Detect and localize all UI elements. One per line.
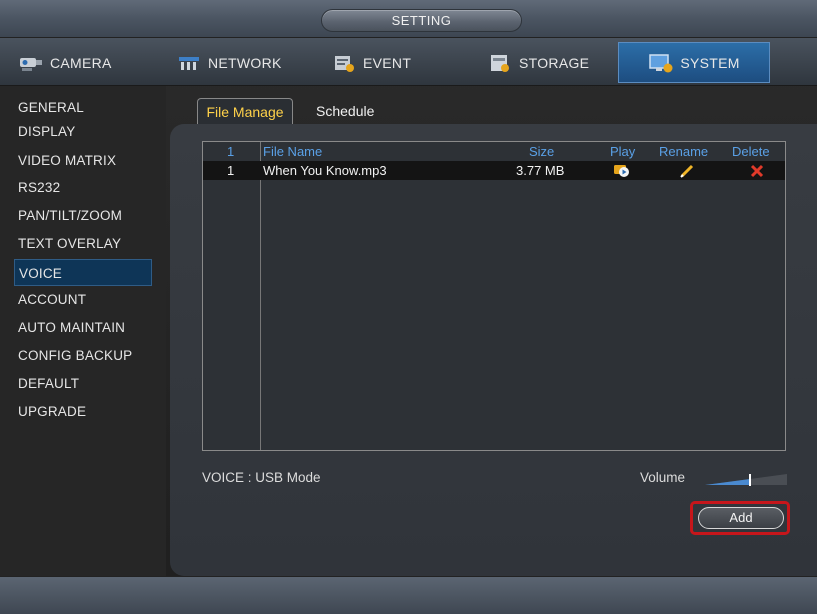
sidebar-item-default[interactable]: DEFAULT (14, 370, 152, 397)
play-icon[interactable] (613, 163, 631, 178)
header-file-name: File Name (263, 144, 323, 159)
tab-label: STORAGE (519, 54, 590, 71)
add-button[interactable]: Add (698, 507, 784, 529)
table-header: 1 File Name Size Play Rename Delete (203, 142, 785, 161)
camera-icon (20, 57, 42, 71)
sidebar-item-auto-maintain[interactable]: AUTO MAINTAIN (14, 314, 152, 341)
tab-label: EVENT (363, 54, 412, 71)
sidebar-item-config-backup[interactable]: CONFIG BACKUP (14, 342, 152, 369)
tab-system[interactable]: SYSTEM (618, 42, 770, 83)
subtab-file-manage[interactable]: File Manage (197, 98, 293, 124)
system-icon (649, 53, 673, 72)
sidebar-item-display[interactable]: DISPLAY (14, 118, 152, 145)
volume-label: Volume (640, 470, 686, 485)
tab-network[interactable]: NETWORK (176, 42, 282, 83)
sidebar-item-text-overlay[interactable]: TEXT OVERLAY (14, 230, 152, 257)
column-divider (260, 142, 261, 450)
tab-label: NETWORK (208, 54, 282, 71)
row-index: 1 (227, 163, 235, 178)
delete-icon[interactable] (750, 164, 764, 178)
sidebar-item-video-matrix[interactable]: VIDEO MATRIX (14, 147, 152, 174)
tab-event[interactable]: EVENT (331, 42, 411, 83)
sidebar: GENERAL DISPLAY VIDEO MATRIX RS232 PAN/T… (0, 86, 166, 576)
header-index: 1 (227, 144, 235, 159)
sidebar-item-rs232[interactable]: RS232 (14, 174, 152, 201)
tab-label: CAMERA (50, 54, 112, 71)
volume-slider[interactable] (705, 474, 787, 486)
volume-thumb[interactable] (749, 474, 751, 486)
window-title: SETTING (321, 9, 522, 32)
sidebar-item-voice[interactable]: VOICE (14, 259, 152, 286)
file-table: 1 File Name Size Play Rename Delete 1 Wh… (202, 141, 786, 451)
sidebar-item-pan-tilt-zoom[interactable]: PAN/TILT/ZOOM (14, 202, 152, 229)
bottom-bar (0, 576, 817, 614)
network-icon (179, 56, 199, 70)
row-size: 3.77 MB (516, 163, 565, 178)
header-play: Play (610, 144, 636, 159)
storage-icon (491, 54, 509, 72)
tab-camera[interactable]: CAMERA (18, 42, 112, 83)
header-size: Size (529, 144, 555, 159)
tab-label: SYSTEM (680, 54, 740, 71)
sidebar-item-account[interactable]: ACCOUNT (14, 286, 152, 313)
row-file-name: When You Know.mp3 (263, 163, 387, 178)
sidebar-item-general[interactable]: GENERAL (14, 94, 152, 121)
title-bar: SETTING (0, 0, 817, 38)
rename-pencil-icon[interactable] (679, 164, 695, 178)
voice-mode-text: VOICE : USB Mode (202, 470, 321, 485)
sidebar-item-upgrade[interactable]: UPGRADE (14, 398, 152, 425)
header-rename: Rename (659, 144, 709, 159)
event-icon (335, 55, 354, 72)
subtab-schedule[interactable]: Schedule (310, 98, 380, 124)
tab-storage[interactable]: STORAGE (487, 42, 589, 83)
main-tab-bar: CAMERA NETWORK EVENT STORAGE SYSTEM (0, 38, 817, 86)
header-delete: Delete (732, 144, 770, 159)
table-row[interactable]: 1 When You Know.mp3 3.77 MB (203, 161, 785, 180)
app-window: SETTING CAMERA NETWORK EVENT STORAGE SYS… (0, 0, 817, 614)
